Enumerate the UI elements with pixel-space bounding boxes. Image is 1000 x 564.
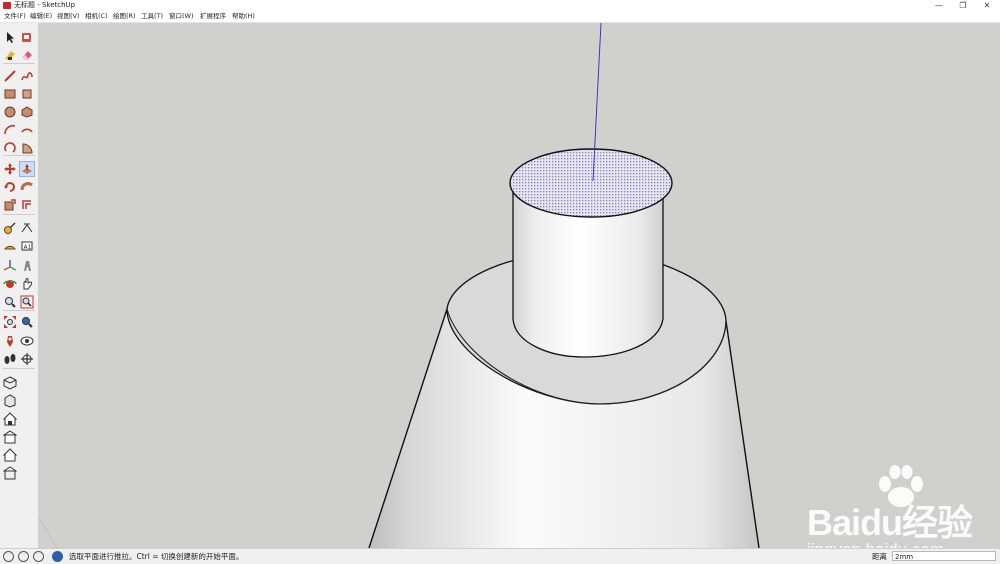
- watermark-url: jingyan.baidu.com: [807, 540, 944, 548]
- drawing-viewport[interactable]: Baidu经验 jingyan.baidu.com: [39, 23, 1000, 548]
- menu-bar: 文件(F) 编辑(E) 视图(V) 相机(C) 绘图(R) 工具(T) 窗口(W…: [0, 11, 1000, 23]
- zoom-extents-tool[interactable]: [3, 315, 17, 329]
- tape-measure-tool[interactable]: [3, 221, 17, 235]
- follow-me-tool[interactable]: [20, 180, 34, 194]
- two-point-arc-tool[interactable]: [20, 123, 34, 137]
- axes-tool[interactable]: [3, 259, 17, 273]
- zoom-tool[interactable]: [3, 295, 17, 309]
- rotate-tool[interactable]: [3, 180, 17, 194]
- measurement-label: 距离: [872, 552, 887, 561]
- look-around-tool[interactable]: [20, 334, 34, 348]
- line-tool[interactable]: [3, 69, 17, 83]
- menu-edit[interactable]: 编辑(E): [30, 11, 52, 22]
- minimize-button[interactable]: —: [926, 0, 952, 11]
- iso-view[interactable]: [3, 376, 17, 390]
- offset-tool[interactable]: [20, 198, 34, 212]
- title-bar: 无标题 - SketchUp — ❐ ✕: [0, 0, 1000, 11]
- right-view[interactable]: [3, 430, 17, 444]
- eraser-tool[interactable]: [20, 48, 34, 62]
- toolbar-separator: [3, 155, 35, 156]
- front-view[interactable]: [3, 412, 17, 426]
- pan-tool[interactable]: [20, 277, 34, 291]
- geo-location-icon[interactable]: [3, 551, 14, 562]
- paint-bucket-tool[interactable]: [20, 30, 34, 44]
- section-plane-tool[interactable]: [20, 352, 34, 366]
- previous-view-tool[interactable]: [20, 315, 34, 329]
- restore-button[interactable]: ❐: [950, 0, 976, 11]
- toolbar-separator: [3, 214, 35, 215]
- toolbar-separator: [3, 368, 35, 369]
- sketchup-logo-icon: [3, 2, 11, 9]
- svg-text:A1: A1: [24, 244, 32, 251]
- three-point-arc-tool[interactable]: [3, 141, 17, 155]
- menu-view[interactable]: 视图(V): [57, 11, 80, 22]
- 3d-text-tool[interactable]: [20, 259, 34, 273]
- circle-tool[interactable]: [3, 105, 17, 119]
- top-view[interactable]: [3, 394, 17, 408]
- rotated-rectangle-tool[interactable]: [20, 87, 34, 101]
- dimension-tool[interactable]: [20, 221, 34, 235]
- move-tool[interactable]: [3, 162, 17, 176]
- text-tool[interactable]: A1: [20, 239, 34, 253]
- window-title: 无标题 - SketchUp: [14, 1, 76, 9]
- status-bar: 选取平面进行推拉。Ctrl = 切换创建新的开始平面。 距离 2mm: [0, 548, 1000, 564]
- credits-icon[interactable]: [18, 551, 29, 562]
- menu-file[interactable]: 文件(F): [4, 11, 26, 22]
- measurement-input[interactable]: 2mm: [892, 551, 996, 561]
- zoom-window-tool[interactable]: [20, 295, 34, 309]
- menu-camera[interactable]: 相机(C): [85, 11, 108, 22]
- toolbar-separator: [3, 310, 35, 311]
- menu-draw[interactable]: 绘图(R): [113, 11, 136, 22]
- baidu-watermark: Baidu经验 jingyan.baidu.com: [807, 465, 1000, 548]
- close-button[interactable]: ✕: [974, 0, 1000, 11]
- user-account-icon[interactable]: [33, 551, 44, 562]
- freehand-tool[interactable]: [20, 69, 34, 83]
- protractor-tool[interactable]: [3, 239, 17, 253]
- select-tool[interactable]: [3, 30, 17, 44]
- selected-top-face: [509, 148, 673, 218]
- help-info-icon[interactable]: [52, 551, 63, 562]
- large-toolset-toolbar: A1: [0, 23, 39, 548]
- polygon-tool[interactable]: [20, 105, 34, 119]
- scale-tool[interactable]: [3, 198, 17, 212]
- left-view[interactable]: [3, 466, 17, 480]
- pie-tool[interactable]: [20, 141, 34, 155]
- status-message: 选取平面进行推拉。Ctrl = 切换创建新的开始平面。: [69, 552, 244, 561]
- orbit-tool[interactable]: [3, 277, 17, 291]
- model-canvas: [39, 23, 760, 548]
- toolbar-separator: [3, 63, 35, 64]
- watermark-brand: Baidu经验: [807, 502, 973, 543]
- eraser-tool-alt[interactable]: [3, 48, 17, 62]
- green-axis-line: [39, 517, 58, 548]
- menu-tools[interactable]: 工具(T): [141, 11, 163, 22]
- rectangle-tool[interactable]: [3, 87, 17, 101]
- arc-tool[interactable]: [3, 123, 17, 137]
- walk-tool[interactable]: [3, 352, 17, 366]
- position-camera-tool[interactable]: [3, 334, 17, 348]
- back-view[interactable]: [3, 448, 17, 462]
- menu-help[interactable]: 帮助(H): [232, 11, 255, 22]
- push-pull-tool[interactable]: [19, 161, 35, 177]
- menu-extensions[interactable]: 扩展程序: [200, 11, 226, 22]
- menu-window[interactable]: 窗口(W): [169, 11, 194, 22]
